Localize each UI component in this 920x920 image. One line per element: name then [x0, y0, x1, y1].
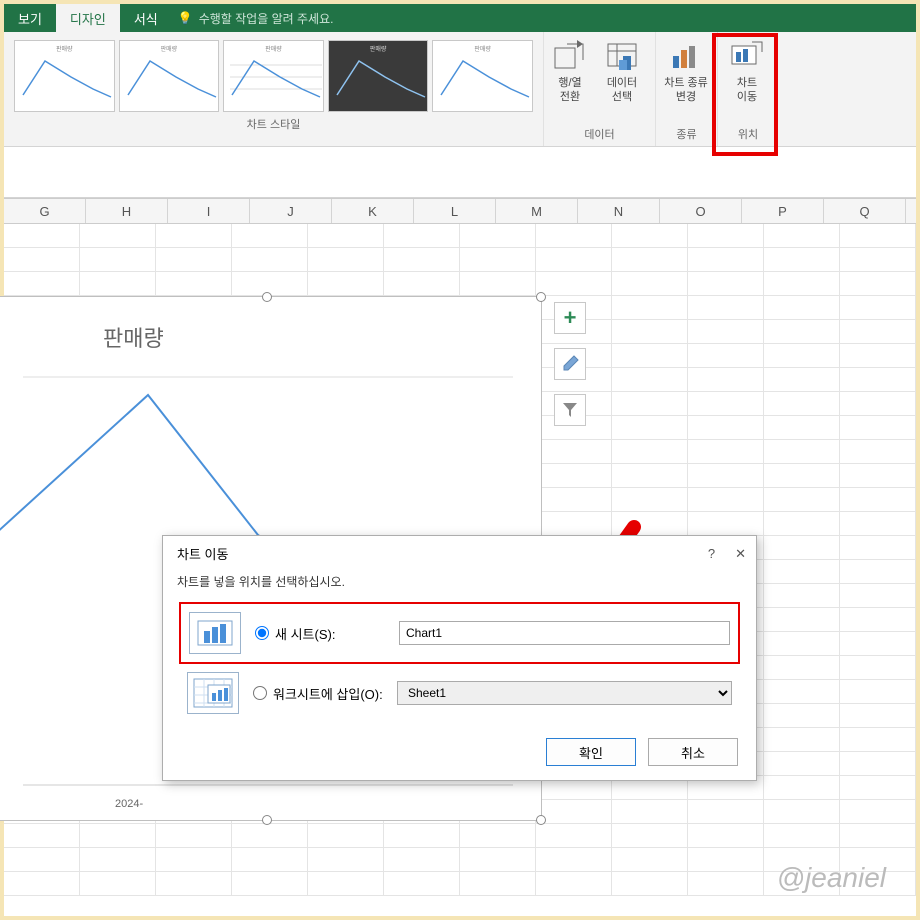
dialog-titlebar: 차트 이동 ? ✕: [163, 536, 756, 569]
tell-me-text: 수행할 작업을 알려 주세요.: [199, 10, 334, 27]
switch-row-column-button[interactable]: 행/열 전환: [544, 32, 596, 124]
dialog-help-button[interactable]: ?: [708, 546, 715, 562]
chart-style-1[interactable]: 판매량: [14, 40, 115, 112]
chart-style-3[interactable]: 판매량: [223, 40, 324, 112]
change-type-icon: [669, 38, 703, 72]
object-in-icon: [187, 672, 239, 714]
chart-line-icon: [21, 55, 113, 105]
chart-style-2[interactable]: 판매량: [119, 40, 220, 112]
group-type: 차트 종류 변경 종류: [656, 32, 718, 146]
column-headers: GHIJKLMNOPQ: [4, 198, 916, 224]
group-data: 행/열 전환 데이터 선택 데이터: [544, 32, 656, 146]
move-chart-dialog: 차트 이동 ? ✕ 차트를 넣을 위치를 선택하십시오. 새 시트(S):: [162, 535, 757, 781]
column-header[interactable]: I: [168, 199, 250, 223]
chart-line-icon: [439, 55, 531, 105]
ok-button[interactable]: 확인: [546, 738, 636, 766]
column-header[interactable]: K: [332, 199, 414, 223]
funnel-icon: [561, 401, 579, 419]
group-label-data: 데이터: [544, 124, 655, 146]
chart-styles-button[interactable]: [554, 348, 586, 380]
chart-style-gallery: 판매량 판매량 판매량 판매량 판매량: [4, 32, 543, 114]
column-header[interactable]: O: [660, 199, 742, 223]
group-label-type: 종류: [656, 124, 717, 146]
chart-style-5[interactable]: 판매량: [432, 40, 533, 112]
tab-design[interactable]: 디자인: [56, 4, 120, 33]
cancel-button[interactable]: 취소: [648, 738, 738, 766]
chart-line-icon: [230, 55, 322, 105]
highlight-move-chart: [712, 33, 778, 156]
column-header[interactable]: Q: [824, 199, 906, 223]
chart-x-axis-fragment: 2024-: [115, 798, 143, 810]
chart-resize-handle-bottom[interactable]: [262, 815, 272, 825]
chart-line-icon: [335, 55, 427, 105]
dialog-instruction: 차트를 넣을 위치를 선택하십시오.: [163, 569, 756, 598]
column-header[interactable]: M: [496, 199, 578, 223]
watermark: @jeaniel: [777, 862, 886, 894]
column-header[interactable]: G: [4, 199, 86, 223]
select-data-icon: [605, 38, 639, 72]
column-header[interactable]: L: [414, 199, 496, 223]
tab-format[interactable]: 서식: [120, 4, 172, 33]
option-object-in-row: 워크시트에 삽입(O): Sheet1: [179, 664, 740, 722]
column-header[interactable]: N: [578, 199, 660, 223]
tell-me-box[interactable]: 💡 수행할 작업을 알려 주세요.: [178, 10, 334, 27]
ribbon-tab-strip: 보기 디자인 서식 💡 수행할 작업을 알려 주세요.: [4, 4, 916, 32]
group-chart-styles: 판매량 판매량 판매량 판매량 판매량: [4, 32, 544, 146]
brush-icon: [560, 354, 580, 374]
column-header[interactable]: J: [250, 199, 332, 223]
dialog-close-button[interactable]: ✕: [735, 546, 746, 562]
chart-resize-handle-tr[interactable]: [536, 292, 546, 302]
select-data-button[interactable]: 데이터 선택: [596, 32, 648, 124]
group-label-styles: 차트 스타일: [4, 114, 543, 136]
chart-elements-button[interactable]: +: [554, 302, 586, 334]
option-new-sheet-row: 새 시트(S):: [179, 602, 740, 664]
radio-object-in[interactable]: 워크시트에 삽입(O):: [253, 684, 383, 703]
radio-new-sheet-input[interactable]: [255, 626, 269, 640]
chart-filter-button[interactable]: [554, 394, 586, 426]
column-header[interactable]: P: [742, 199, 824, 223]
switch-row-col-icon: [553, 38, 587, 72]
new-sheet-name-input[interactable]: [399, 621, 730, 645]
new-sheet-icon: [189, 612, 241, 654]
column-header[interactable]: H: [86, 199, 168, 223]
chart-resize-handle-br[interactable]: [536, 815, 546, 825]
radio-object-in-input[interactable]: [253, 686, 267, 700]
chart-line-icon: [126, 55, 218, 105]
ribbon-body: 판매량 판매량 판매량 판매량 판매량: [4, 32, 916, 147]
object-in-sheet-select[interactable]: Sheet1: [397, 681, 732, 705]
dialog-title-text: 차트 이동: [177, 544, 228, 563]
plus-icon: +: [564, 305, 577, 331]
change-chart-type-button[interactable]: 차트 종류 변경: [656, 32, 716, 124]
chart-style-4[interactable]: 판매량: [328, 40, 429, 112]
chart-side-tools: +: [554, 302, 586, 426]
lightbulb-icon: 💡: [178, 11, 193, 25]
chart-resize-handle-top[interactable]: [262, 292, 272, 302]
radio-new-sheet[interactable]: 새 시트(S):: [255, 624, 385, 643]
tab-view[interactable]: 보기: [4, 4, 56, 33]
chart-title[interactable]: 판매량: [0, 297, 541, 353]
